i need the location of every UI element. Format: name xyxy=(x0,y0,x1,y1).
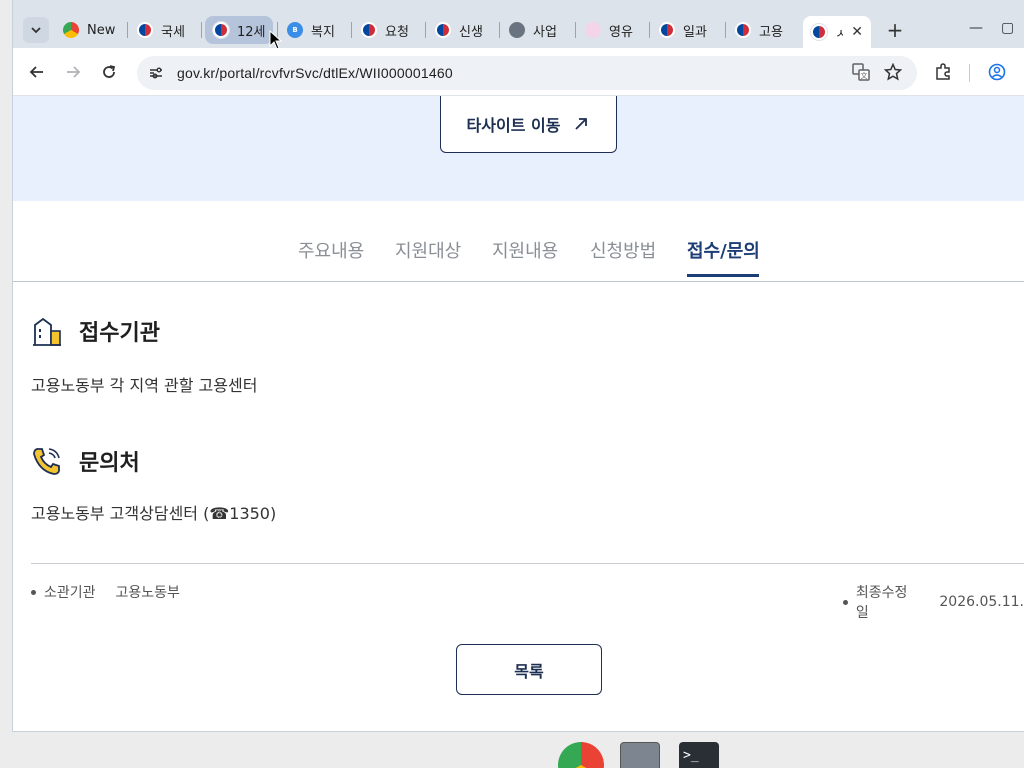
reload-button[interactable] xyxy=(97,60,121,84)
toolbar-divider xyxy=(969,64,970,82)
tab-separator xyxy=(649,22,650,38)
tab-title: 요청 xyxy=(385,24,409,40)
meta-updated-label: 최종수정일 xyxy=(855,585,908,621)
tab-main-content[interactable]: 주요내용 xyxy=(298,237,364,263)
tab-title: 영유 xyxy=(609,24,633,40)
section-reception-title: 접수기관 xyxy=(79,321,160,346)
external-site-label: 타사이트 이동 xyxy=(466,116,561,135)
terminal-dock-icon[interactable]: >_ xyxy=(679,742,719,768)
section-contact-title: 문의처 xyxy=(79,451,140,476)
section-contact-header: 문의처 xyxy=(31,445,140,477)
tab-item-active[interactable]: ㅅ ✕ xyxy=(803,16,871,48)
browser-toolbar: gov.kr/portal/rcvfvrSvc/dtlEx/WII0000014… xyxy=(13,48,1024,96)
reload-icon xyxy=(103,65,116,78)
gov-icon xyxy=(735,22,751,38)
footer-divider xyxy=(31,563,1024,564)
minimize-icon[interactable]: — xyxy=(969,20,983,36)
tab-separator xyxy=(575,22,576,38)
section-contact-body: 고용노동부 고객상담센터 (☎1350) xyxy=(31,504,277,523)
page-content: 타사이트 이동 주요내용 지원대상 지원내용 신청방법 접수/문의 접수기관 고… xyxy=(13,96,1024,731)
tab-item-hovered[interactable]: 12세 xyxy=(205,16,273,44)
gov-icon xyxy=(659,22,675,38)
bokji-icon: B xyxy=(287,22,303,38)
tab-item[interactable]: 국세 xyxy=(137,16,199,44)
tab-title: ㅅ xyxy=(835,23,843,42)
browser-window: New 국세 12세 B 복지 요청 신생 사업 영유 일과 고용 ✕ + — … xyxy=(12,0,1024,732)
forward-button[interactable] xyxy=(61,60,85,84)
arrow-up-right-icon xyxy=(575,118,588,130)
gov-icon xyxy=(361,22,377,38)
tab-how-to-apply[interactable]: 신청방법 xyxy=(590,237,656,263)
forward-arrow-icon xyxy=(67,66,81,78)
tab-title: 복지 xyxy=(311,24,335,40)
tab-title: 12세 xyxy=(237,24,265,40)
tab-search-button[interactable] xyxy=(23,17,49,43)
chevron-down-icon xyxy=(31,27,41,34)
tab-separator xyxy=(127,22,128,38)
tab-support-content[interactable]: 지원내용 xyxy=(492,237,558,263)
chrome-dock-icon[interactable] xyxy=(558,742,604,768)
bullet-icon xyxy=(843,599,848,605)
list-button[interactable]: 목록 xyxy=(456,644,602,695)
gov-icon xyxy=(137,22,153,38)
external-site-button[interactable]: 타사이트 이동 xyxy=(440,96,617,153)
tab-item[interactable]: 요청 xyxy=(361,16,423,44)
section-reception-body: 고용노동부 각 지역 관할 고용센터 xyxy=(31,376,258,395)
translate-icon[interactable]: 文 xyxy=(849,60,873,84)
active-tab-indicator xyxy=(687,274,759,277)
phone-icon xyxy=(33,448,60,475)
close-icon[interactable]: ✕ xyxy=(851,24,863,40)
tab-title: New xyxy=(87,22,116,38)
misc-icon xyxy=(585,22,601,38)
maximize-icon[interactable]: ▢ xyxy=(1001,20,1014,36)
tab-separator xyxy=(201,22,202,38)
site-info-icon[interactable] xyxy=(147,64,165,82)
gov-icon xyxy=(811,24,827,40)
bullet-icon xyxy=(31,589,36,595)
tab-title: 사업 xyxy=(533,24,557,40)
url-text: gov.kr/portal/rcvfvrSvc/dtlEx/WII0000014… xyxy=(177,65,453,81)
new-tab-button[interactable]: + xyxy=(883,18,907,42)
tab-item[interactable]: 사업 xyxy=(509,16,571,44)
extensions-icon[interactable] xyxy=(931,60,955,84)
tab-item[interactable]: 일과 xyxy=(659,16,721,44)
tab-item[interactable]: B 복지 xyxy=(287,16,349,44)
tab-separator xyxy=(351,22,352,38)
tab-title: 신생 xyxy=(459,24,483,40)
tab-separator xyxy=(499,22,500,38)
building-icon xyxy=(33,317,61,346)
tab-item[interactable]: 영유 xyxy=(585,16,647,44)
tab-eligibility[interactable]: 지원대상 xyxy=(395,237,461,263)
tab-title: 일과 xyxy=(683,24,707,40)
meta-agency: 소관기관 고용노동부 xyxy=(31,582,180,602)
gov-icon xyxy=(213,22,229,38)
tab-separator xyxy=(425,22,426,38)
meta-agency-label: 소관기관 xyxy=(44,585,96,601)
tab-separator xyxy=(725,22,726,38)
tab-strip: New 국세 12세 B 복지 요청 신생 사업 영유 일과 고용 ✕ + — … xyxy=(13,0,1024,50)
tab-contact[interactable]: 접수/문의 xyxy=(687,237,760,263)
tab-item[interactable]: 신생 xyxy=(435,16,497,44)
content-tabs: 주요내용 지원대상 지원내용 신청방법 접수/문의 xyxy=(13,201,1024,282)
tab-title: 고용 xyxy=(759,24,783,40)
globe-icon xyxy=(509,22,525,38)
tab-new[interactable]: New xyxy=(63,16,125,44)
tab-title: 국세 xyxy=(161,24,185,40)
svg-text:文: 文 xyxy=(861,71,868,80)
meta-updated: 최종수정일 2026.05.11. xyxy=(843,582,1024,622)
files-dock-icon[interactable] xyxy=(620,742,660,768)
address-bar[interactable]: gov.kr/portal/rcvfvrSvc/dtlEx/WII0000014… xyxy=(137,56,917,90)
meta-agency-value: 고용노동부 xyxy=(115,585,180,601)
profile-icon[interactable] xyxy=(985,60,1009,84)
chrome-icon xyxy=(63,22,79,38)
back-arrow-icon xyxy=(29,66,43,78)
meta-updated-value: 2026.05.11. xyxy=(939,594,1024,610)
bookmark-star-icon[interactable] xyxy=(881,60,905,84)
section-reception-header: 접수기관 xyxy=(31,315,160,347)
gov-icon xyxy=(435,22,451,38)
tab-item[interactable]: 고용 xyxy=(735,16,797,44)
mouse-cursor-icon xyxy=(269,29,283,50)
back-button[interactable] xyxy=(25,60,49,84)
